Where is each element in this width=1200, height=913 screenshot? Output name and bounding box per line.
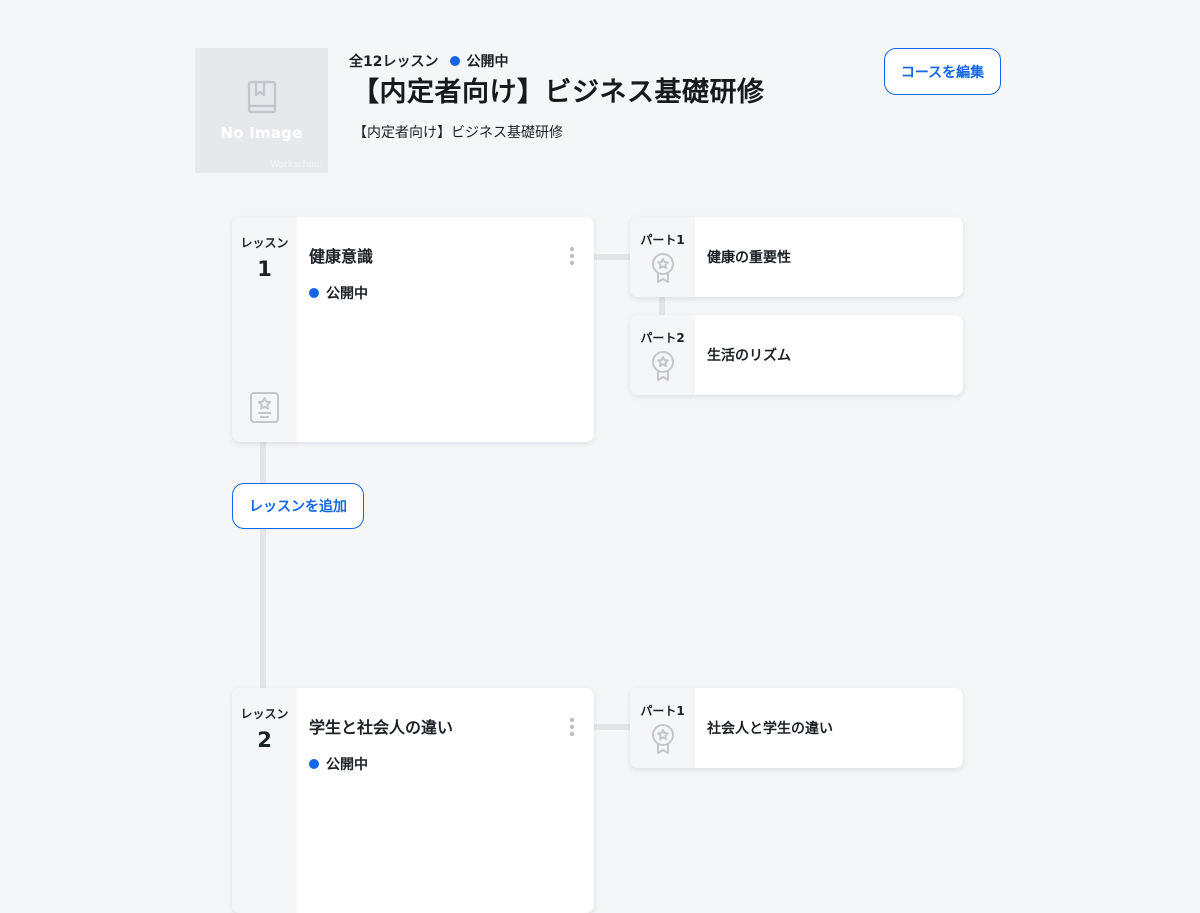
add-lesson-button[interactable]: レッスンを追加	[232, 483, 364, 529]
lesson-number-panel: レッスン 2	[232, 688, 297, 913]
status-dot-icon	[309, 759, 319, 769]
lesson-card[interactable]: レッスン 2 学生と社会人の違い 公開中	[232, 688, 594, 913]
timeline-connector	[260, 442, 266, 484]
edit-course-button[interactable]: コースを編集	[884, 48, 1001, 95]
lesson-count: 全12レッスン	[349, 54, 439, 70]
lesson-title: 健康意識	[309, 247, 374, 266]
lesson-status: 公開中	[309, 283, 594, 303]
part-number-panel: パート2	[630, 315, 695, 395]
lesson-status: 公開中	[309, 754, 594, 774]
part-card[interactable]: パート1 社会人と学生の違い	[630, 688, 963, 768]
more-options-icon[interactable]	[570, 247, 574, 265]
award-icon	[650, 723, 676, 759]
part-number-panel: パート1	[630, 688, 695, 768]
lesson-label: レッスン	[240, 236, 289, 250]
course-title: 【内定者向け】ビジネス基礎研修	[352, 77, 765, 108]
thumbnail-brand: Workschool	[270, 160, 322, 170]
course-status: 公開中	[450, 51, 508, 71]
book-icon	[246, 80, 278, 118]
no-image-label: No Image	[220, 123, 303, 142]
timeline-connector	[260, 528, 266, 690]
more-options-icon[interactable]	[570, 718, 574, 736]
course-meta: 全12レッスン 公開中	[349, 51, 508, 71]
lesson-label: レッスン	[240, 707, 289, 721]
course-description: 【内定者向け】ビジネス基礎研修	[353, 125, 563, 141]
part-label: パート1	[640, 704, 685, 718]
course-status-label: 公開中	[466, 54, 509, 70]
part-label: パート2	[640, 331, 685, 345]
status-dot-icon	[309, 288, 319, 298]
lesson-card[interactable]: レッスン 1 健康意識 公開中	[232, 217, 594, 442]
lesson-content: 学生と社会人の違い 公開中	[297, 688, 594, 913]
part-title: 生活のリズム	[707, 348, 791, 364]
lesson-title: 学生と社会人の違い	[309, 718, 454, 737]
part-connector	[594, 254, 631, 260]
course-thumbnail: No Image Workschool	[195, 48, 328, 173]
part-connector	[659, 296, 665, 316]
award-icon	[650, 350, 676, 386]
part-title: 健康の重要性	[707, 250, 791, 266]
lesson-status-label: 公開中	[326, 757, 368, 773]
lesson-number: 2	[257, 728, 272, 752]
award-icon	[650, 252, 676, 288]
certificate-icon	[249, 391, 280, 428]
part-label: パート1	[640, 233, 685, 247]
lesson-content: 健康意識 公開中	[297, 217, 594, 442]
part-title: 社会人と学生の違い	[707, 721, 833, 737]
lesson-status-label: 公開中	[326, 286, 368, 302]
part-card[interactable]: パート1 健康の重要性	[630, 217, 963, 297]
part-connector	[594, 724, 631, 730]
part-card[interactable]: パート2 生活のリズム	[630, 315, 963, 395]
lesson-number-panel: レッスン 1	[232, 217, 297, 442]
lesson-number: 1	[257, 257, 272, 281]
status-dot-icon	[450, 56, 461, 66]
part-number-panel: パート1	[630, 217, 695, 297]
